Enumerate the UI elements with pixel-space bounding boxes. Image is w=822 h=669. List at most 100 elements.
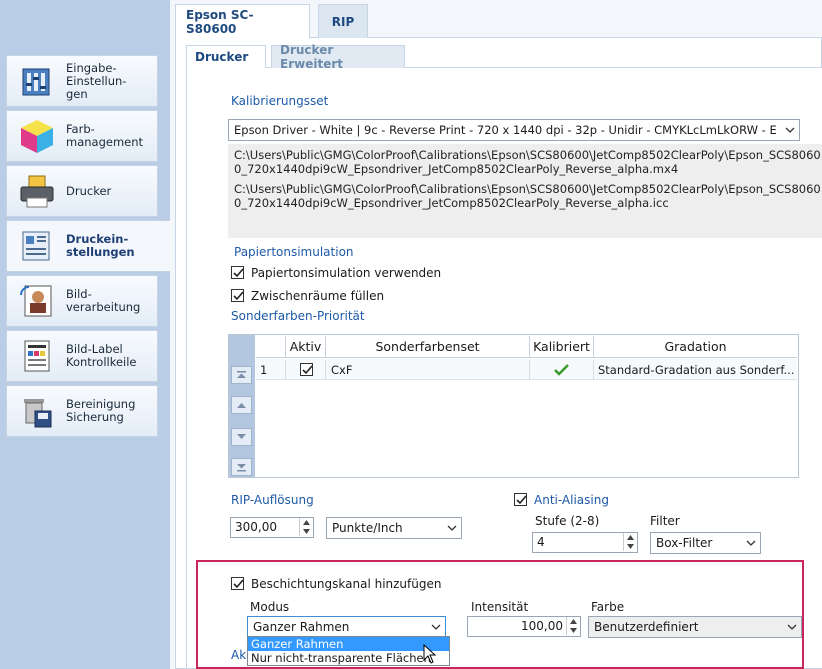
beschichtungskanal-label: Beschichtungskanal hinzufügen — [251, 577, 442, 591]
calibration-path-icc: C:\Users\Public\GMG\ColorProof\Calibrati… — [234, 182, 821, 210]
image-label-icon — [24, 340, 50, 372]
subtab-drucker[interactable]: Drucker — [186, 45, 266, 68]
anti-aliasing-checkbox[interactable] — [514, 493, 527, 506]
arrow-down-icon — [237, 434, 246, 439]
farbe-select[interactable]: Benutzerdefiniert — [588, 616, 802, 638]
sidebar-item-druckeinstellungen[interactable]: Druckein- stellungen — [6, 220, 170, 272]
move-down-button[interactable] — [231, 428, 252, 446]
row-number: 1 — [256, 360, 286, 380]
anti-aliasing-label: Anti-Aliasing — [534, 493, 609, 507]
tab-rip[interactable]: RIP — [318, 4, 368, 38]
calibration-path-mx4: C:\Users\Public\GMG\ColorProof\Calibrati… — [234, 148, 821, 176]
tab-epson-printer[interactable]: Epson SC-S80600 — [175, 4, 310, 38]
input-settings-icon — [22, 68, 50, 96]
sidebar-item-label: Druckein- stellungen — [66, 232, 135, 259]
papiertonsimulation-label: Papiertonsimulation — [234, 245, 354, 259]
spin-down-icon[interactable] — [299, 527, 312, 536]
sidebar-item-label: Farb- management — [66, 122, 144, 149]
mouse-cursor-icon — [423, 644, 437, 664]
row-gradation: Standard-Gradation aus Sonderf... — [598, 363, 795, 377]
farbe-label: Farbe — [591, 600, 625, 614]
chevron-down-icon — [431, 624, 441, 630]
intensitaet-label: Intensität — [471, 600, 529, 614]
move-top-button[interactable] — [231, 366, 252, 384]
subtab-drucker-erweitert[interactable]: Drucker Erweitert — [271, 43, 405, 71]
truncated-section-label: Ak — [231, 648, 247, 662]
row-aktiv-cell — [286, 360, 326, 380]
sidebar-item-drucker[interactable]: Drucker — [6, 165, 158, 217]
sidebar-item-label: Drucker — [66, 183, 112, 198]
rip-unit-select[interactable]: Punkte/Inch — [326, 517, 462, 539]
chevron-down-icon — [787, 624, 797, 630]
zwischenraeume-checkbox[interactable] — [231, 289, 244, 302]
spin-up-icon[interactable] — [623, 533, 636, 542]
sonderfarben-prioritaet-label: Sonderfarben-Priorität — [231, 309, 365, 323]
move-bottom-button[interactable] — [231, 458, 252, 476]
spin-down-icon[interactable] — [623, 542, 636, 551]
modus-select[interactable]: Ganzer Rahmen — [247, 616, 446, 638]
arrow-top-icon — [237, 371, 246, 378]
farbe-value: Benutzerdefiniert — [594, 620, 699, 634]
checkmark-icon — [516, 495, 527, 505]
column-header-gradation[interactable]: Gradation — [594, 336, 797, 358]
sidebar-item-label: Bild-Label Kontrollkeile — [66, 342, 137, 369]
row-sonderfarbenset: CxF — [326, 360, 530, 380]
modus-label: Modus — [250, 600, 290, 614]
sidebar-item-bildlabel[interactable]: Bild-Label Kontrollkeile — [6, 330, 158, 382]
sidebar-item-label: Eingabe- Einstellun- gen — [66, 60, 127, 101]
rip-aufloesung-input[interactable]: 300,00 — [230, 517, 314, 538]
spin-up-icon[interactable] — [566, 617, 579, 626]
row-kalibriert-cell — [530, 360, 594, 380]
sidebar-item-bereinigung[interactable]: Bereinigung Sicherung — [6, 385, 158, 437]
checkmark-icon — [233, 268, 244, 278]
papiertonsimulation-use-label: Papiertonsimulation verwenden — [251, 266, 442, 280]
chevron-down-icon — [447, 525, 457, 531]
column-header-kalibriert[interactable]: Kalibriert — [530, 336, 594, 358]
kalibrierungsset-select[interactable]: Epson Driver - White | 9c - Reverse Prin… — [228, 119, 800, 141]
papiertonsimulation-checkbox[interactable] — [231, 266, 244, 279]
sidebar-item-eingabe[interactable]: Eingabe- Einstellun- gen — [6, 55, 158, 107]
sidebar-item-label: Bild- verarbeitung — [66, 287, 141, 314]
row-aktiv-checkbox[interactable] — [300, 363, 313, 376]
rip-aufloesung-spinner[interactable] — [299, 518, 312, 537]
filter-select[interactable]: Box-Filter — [650, 532, 761, 554]
zwischenraeume-label: Zwischenräume füllen — [251, 289, 385, 303]
modus-option-nicht-transparent[interactable]: Nur nicht-transparente Flächen — [248, 651, 449, 665]
intensitaet-input[interactable]: 100,00 — [467, 616, 581, 637]
intensitaet-spinner[interactable] — [566, 617, 579, 636]
filter-label: Filter — [650, 514, 680, 528]
filter-value: Box-Filter — [656, 536, 713, 550]
stufe-input[interactable]: 4 — [532, 532, 638, 553]
image-processing-icon — [20, 285, 52, 317]
rip-aufloesung-label: RIP-Auflösung — [231, 493, 314, 507]
spin-up-icon[interactable] — [299, 518, 312, 527]
arrow-bottom-icon — [237, 464, 246, 472]
modus-value: Ganzer Rahmen — [253, 620, 350, 634]
modus-option-ganzer-rahmen[interactable]: Ganzer Rahmen — [248, 637, 449, 651]
stufe-label: Stufe (2-8) — [535, 514, 600, 528]
column-header-number — [256, 336, 286, 358]
spin-down-icon[interactable] — [566, 626, 579, 635]
color-cube-icon — [21, 120, 53, 153]
sidebar-item-farbmanagement[interactable]: Farb- management — [6, 110, 158, 162]
trash-backup-icon — [24, 399, 52, 428]
stufe-spinner[interactable] — [623, 533, 636, 552]
column-header-sonderfarbenset[interactable]: Sonderfarbenset — [326, 336, 530, 358]
print-settings-icon — [22, 231, 50, 261]
sidebar-item-bildverarbeitung[interactable]: Bild- verarbeitung — [6, 275, 158, 327]
move-up-button[interactable] — [231, 396, 252, 414]
sidebar-item-label: Bereinigung Sicherung — [66, 397, 136, 424]
modus-dropdown-list: Ganzer Rahmen Nur nicht-transparente Flä… — [247, 636, 450, 666]
rip-aufloesung-value: 300,00 — [235, 520, 277, 534]
checkmark-icon — [302, 365, 313, 375]
calibration-paths: C:\Users\Public\GMG\ColorProof\Calibrati… — [228, 144, 822, 238]
beschichtungskanal-checkbox[interactable] — [231, 577, 244, 590]
checkmark-icon — [233, 291, 244, 301]
column-header-aktiv[interactable]: Aktiv — [286, 336, 326, 358]
stufe-value: 4 — [537, 535, 545, 549]
arrow-up-icon — [237, 403, 246, 408]
intensitaet-value: 100,00 — [521, 619, 563, 633]
kalibrierungsset-label: Kalibrierungsset — [231, 94, 329, 108]
chevron-down-icon — [785, 127, 795, 133]
checkmark-icon — [233, 579, 244, 589]
